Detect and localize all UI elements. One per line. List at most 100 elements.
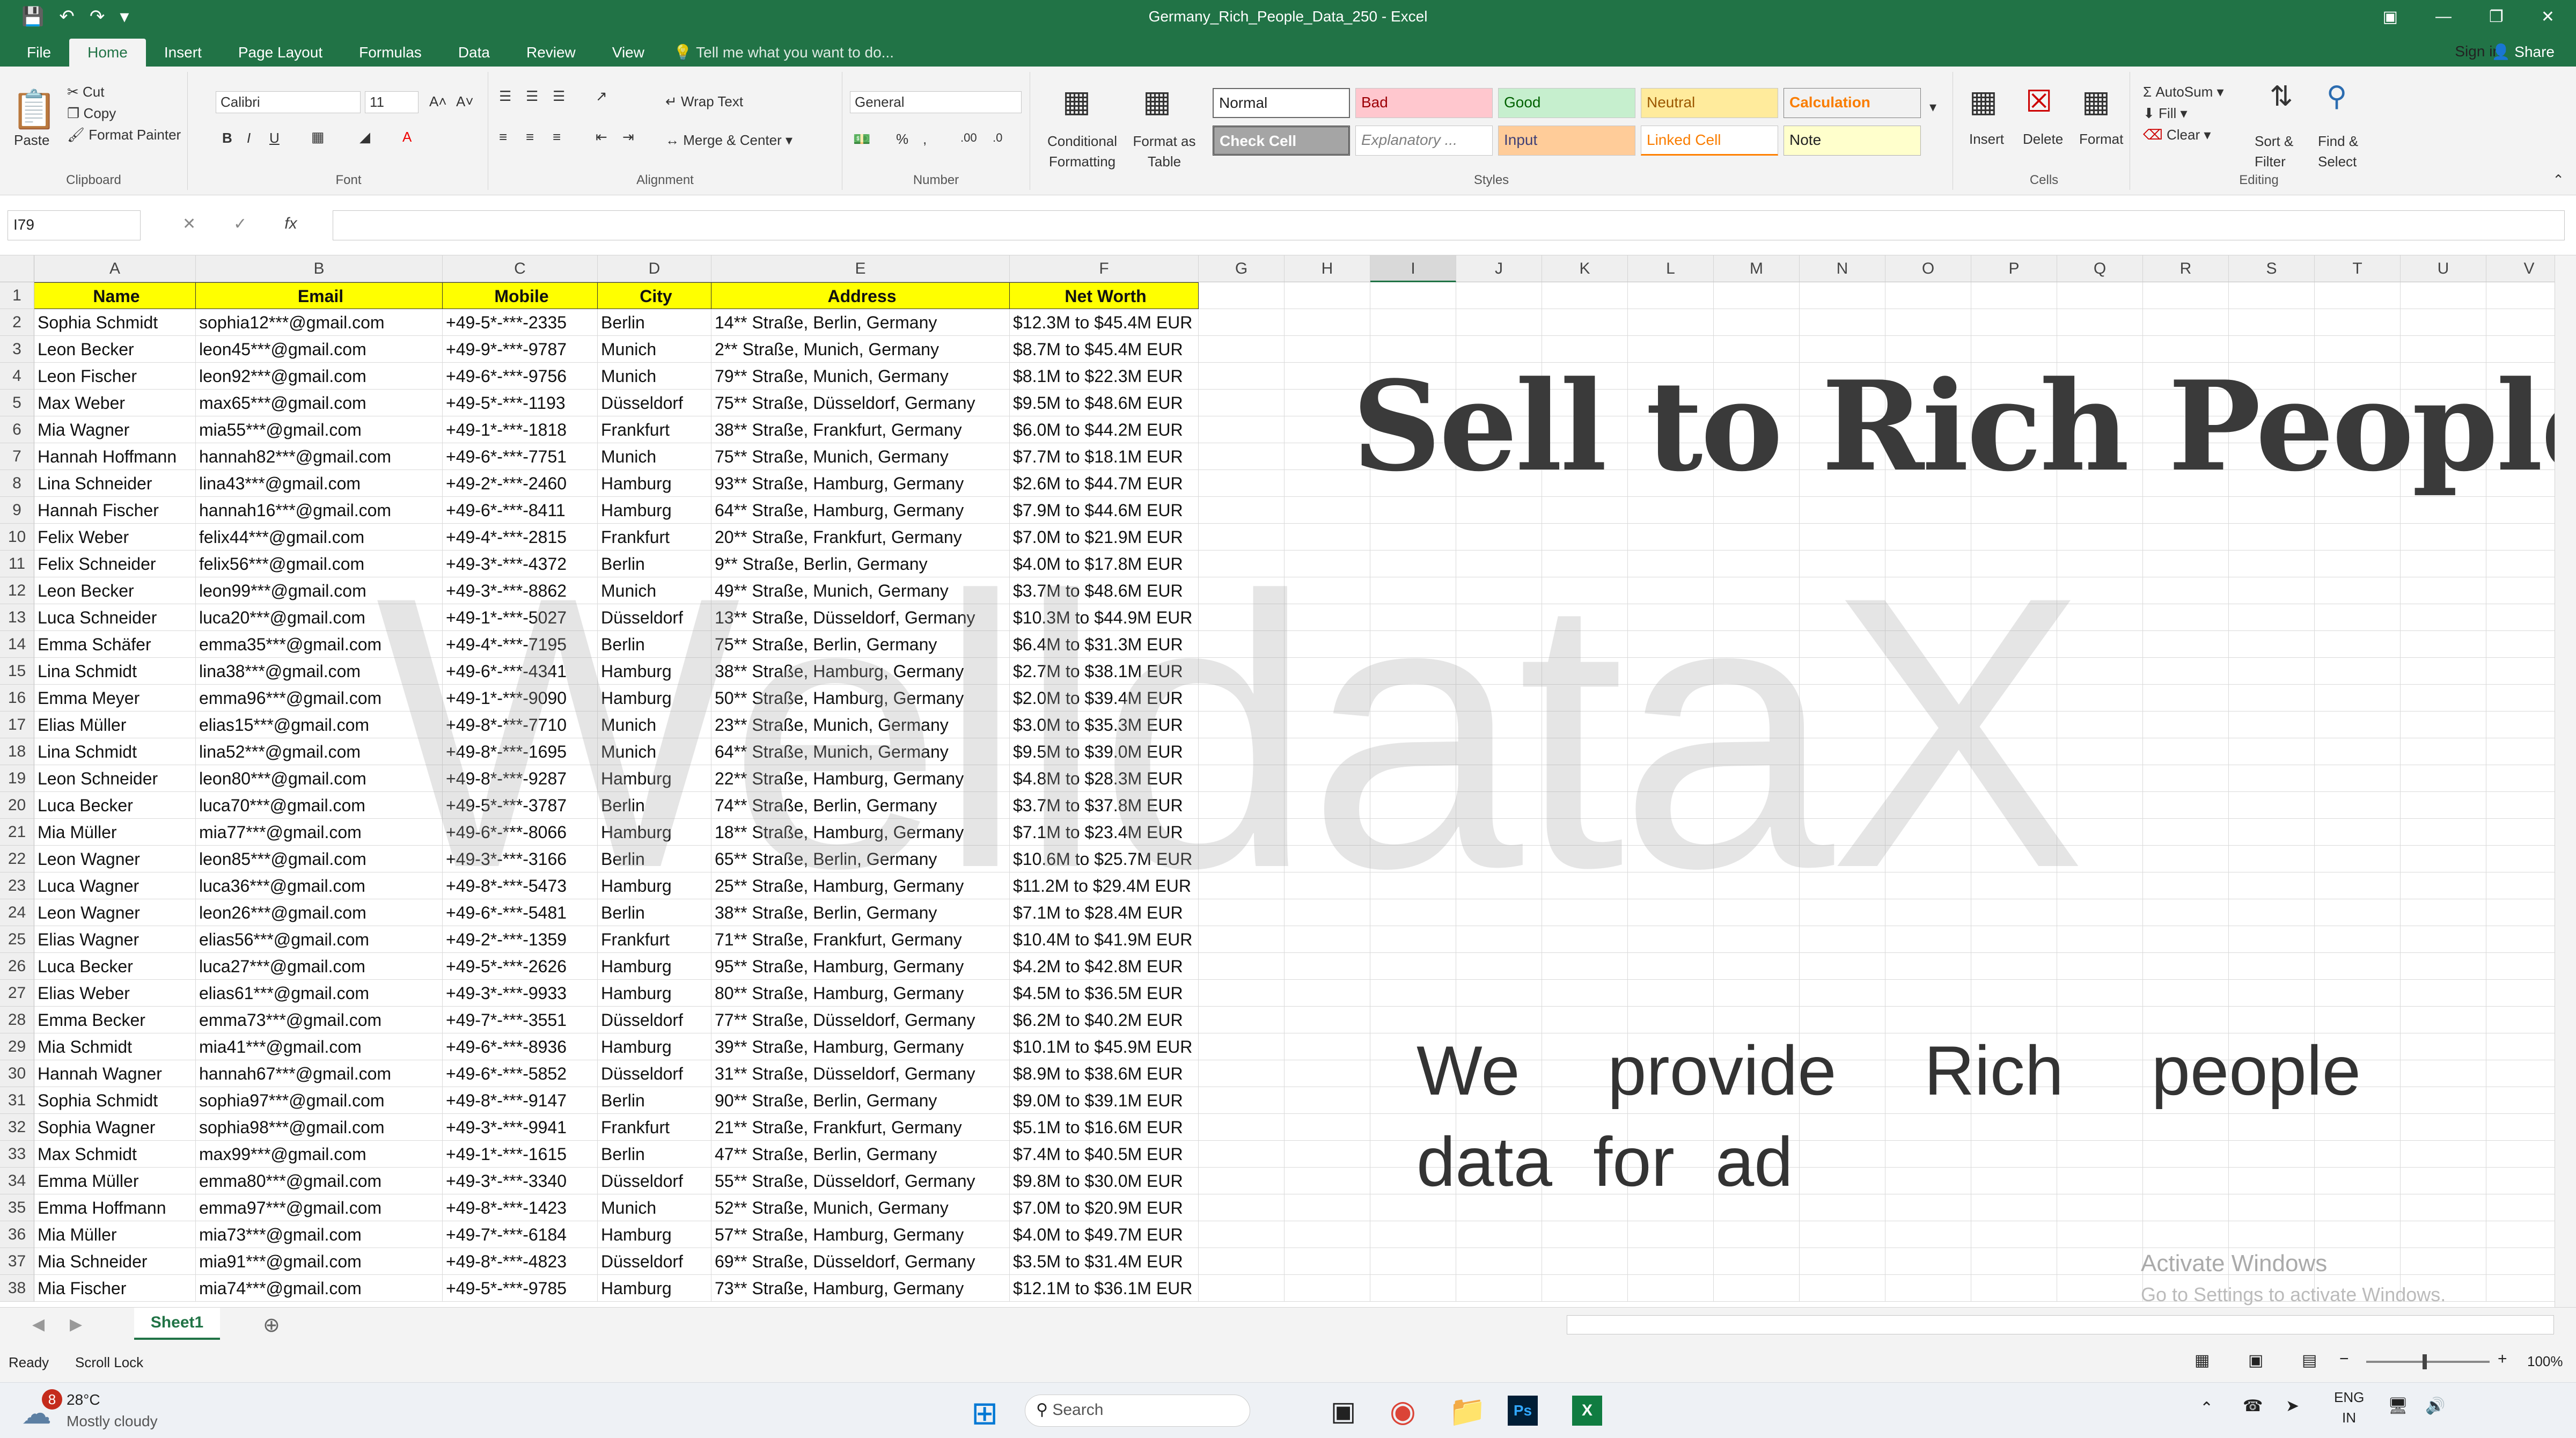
data-cell[interactable]: Hamburg	[598, 470, 711, 497]
data-cell[interactable]: Sophia Schmidt	[34, 1087, 196, 1114]
empty-cell[interactable]	[2315, 282, 2401, 309]
empty-cell[interactable]	[2315, 846, 2401, 872]
empty-cell[interactable]	[2401, 1221, 2486, 1248]
data-cell[interactable]: Mia Schneider	[34, 1248, 196, 1275]
row-header[interactable]: 27	[0, 980, 34, 1007]
empty-cell[interactable]	[1285, 980, 1370, 1007]
column-header-b[interactable]: B	[196, 255, 443, 282]
row-header[interactable]: 14	[0, 631, 34, 658]
empty-cell[interactable]	[1285, 1141, 1370, 1168]
horizontal-scrollbar[interactable]	[1567, 1315, 2554, 1334]
data-cell[interactable]: $3.5M to $31.4M EUR	[1010, 1248, 1199, 1275]
empty-cell[interactable]	[2229, 497, 2315, 524]
empty-cell[interactable]	[2143, 819, 2229, 846]
row-header[interactable]: 38	[0, 1275, 34, 1302]
row-header[interactable]: 34	[0, 1168, 34, 1194]
column-header-a[interactable]: A	[34, 255, 196, 282]
empty-cell[interactable]	[2401, 1007, 2486, 1033]
column-header-c[interactable]: C	[443, 255, 598, 282]
empty-cell[interactable]	[2229, 282, 2315, 309]
empty-cell[interactable]	[1971, 282, 2057, 309]
empty-cell[interactable]	[2315, 765, 2401, 792]
data-cell[interactable]: Munich	[598, 363, 711, 390]
empty-cell[interactable]	[1885, 980, 1971, 1007]
empty-cell[interactable]	[1199, 980, 1285, 1007]
empty-cell[interactable]	[2229, 819, 2315, 846]
header-cell[interactable]: Email	[196, 282, 443, 309]
data-cell[interactable]: Sophia Wagner	[34, 1114, 196, 1141]
empty-cell[interactable]	[2401, 1194, 2486, 1221]
empty-cell[interactable]	[1714, 953, 1800, 980]
empty-cell[interactable]	[2143, 577, 2229, 604]
vertical-scrollbar[interactable]	[2555, 255, 2576, 1307]
data-cell[interactable]: 80** Straße, Hamburg, Germany	[711, 980, 1010, 1007]
empty-cell[interactable]	[2057, 980, 2143, 1007]
data-cell[interactable]: +49-3*-***-3340	[443, 1168, 598, 1194]
data-cell[interactable]: Luca Becker	[34, 953, 196, 980]
empty-cell[interactable]	[1542, 1221, 1628, 1248]
empty-cell[interactable]	[2229, 872, 2315, 899]
data-cell[interactable]: Emma Hoffmann	[34, 1194, 196, 1221]
data-cell[interactable]: mia73***@gmail.com	[196, 1221, 443, 1248]
row-header[interactable]: 18	[0, 738, 34, 765]
style-explanatory[interactable]: Explanatory ...	[1355, 126, 1493, 156]
format-painter-button[interactable]: 🖌 Format Painter	[67, 127, 181, 143]
data-cell[interactable]: max99***@gmail.com	[196, 1141, 443, 1168]
header-cell[interactable]: Address	[711, 282, 1010, 309]
empty-cell[interactable]	[2143, 309, 2229, 336]
data-cell[interactable]: Leon Wagner	[34, 846, 196, 872]
data-cell[interactable]: 31** Straße, Düsseldorf, Germany	[711, 1060, 1010, 1087]
empty-cell[interactable]	[2315, 926, 2401, 953]
row-header[interactable]: 5	[0, 390, 34, 416]
header-cell[interactable]: Net Worth	[1010, 282, 1199, 309]
empty-cell[interactable]	[2315, 309, 2401, 336]
data-cell[interactable]: $12.3M to $45.4M EUR	[1010, 309, 1199, 336]
fill-button[interactable]: ⬇ Fill ▾	[2143, 105, 2188, 122]
column-header-s[interactable]: S	[2229, 255, 2315, 282]
data-cell[interactable]: Hamburg	[598, 1033, 711, 1060]
empty-cell[interactable]	[1199, 443, 1285, 470]
format-table-icon[interactable]: ▦	[1143, 84, 1171, 119]
empty-cell[interactable]	[2401, 711, 2486, 738]
empty-cell[interactable]	[2401, 631, 2486, 658]
row-header[interactable]: 36	[0, 1221, 34, 1248]
sort-filter-icon[interactable]: ⇅	[2270, 80, 2293, 113]
style-calculation[interactable]: Calculation	[1784, 88, 1921, 118]
empty-cell[interactable]	[2401, 1168, 2486, 1194]
row-header[interactable]: 11	[0, 551, 34, 577]
data-cell[interactable]: 14** Straße, Berlin, Germany	[711, 309, 1010, 336]
file-explorer-icon[interactable]: 📁	[1449, 1393, 1486, 1429]
data-cell[interactable]: Elias Müller	[34, 711, 196, 738]
empty-cell[interactable]	[2229, 738, 2315, 765]
empty-cell[interactable]	[2143, 711, 2229, 738]
orientation-icon[interactable]: ↗	[596, 88, 607, 105]
data-cell[interactable]: Max Weber	[34, 390, 196, 416]
empty-cell[interactable]	[1885, 282, 1971, 309]
empty-cell[interactable]	[2401, 819, 2486, 846]
data-cell[interactable]: hannah82***@gmail.com	[196, 443, 443, 470]
row-header[interactable]: 17	[0, 711, 34, 738]
empty-cell[interactable]	[1285, 1114, 1370, 1141]
data-cell[interactable]: Frankfurt	[598, 416, 711, 443]
empty-cell[interactable]	[1456, 980, 1542, 1007]
data-cell[interactable]: hannah67***@gmail.com	[196, 1060, 443, 1087]
style-linked-cell[interactable]: Linked Cell	[1641, 126, 1778, 156]
empty-cell[interactable]	[2229, 846, 2315, 872]
data-cell[interactable]: leon45***@gmail.com	[196, 336, 443, 363]
data-cell[interactable]: 57** Straße, Hamburg, Germany	[711, 1221, 1010, 1248]
page-layout-view-icon[interactable]: ▣	[2248, 1351, 2263, 1370]
data-cell[interactable]: Lina Schmidt	[34, 658, 196, 685]
data-cell[interactable]: Leon Schneider	[34, 765, 196, 792]
conditional-formatting-button[interactable]: Conditional Formatting	[1042, 131, 1122, 172]
empty-cell[interactable]	[1885, 1221, 1971, 1248]
empty-cell[interactable]	[1542, 282, 1628, 309]
prev-sheet-icon[interactable]: ◀	[32, 1315, 45, 1334]
empty-cell[interactable]	[1199, 1033, 1285, 1060]
empty-cell[interactable]	[2143, 872, 2229, 899]
empty-cell[interactable]	[2315, 953, 2401, 980]
empty-cell[interactable]	[1199, 282, 1285, 309]
empty-cell[interactable]	[1885, 309, 1971, 336]
data-cell[interactable]: Elias Wagner	[34, 926, 196, 953]
data-cell[interactable]: Leon Fischer	[34, 363, 196, 390]
minimize-icon[interactable]: —	[2435, 8, 2452, 26]
